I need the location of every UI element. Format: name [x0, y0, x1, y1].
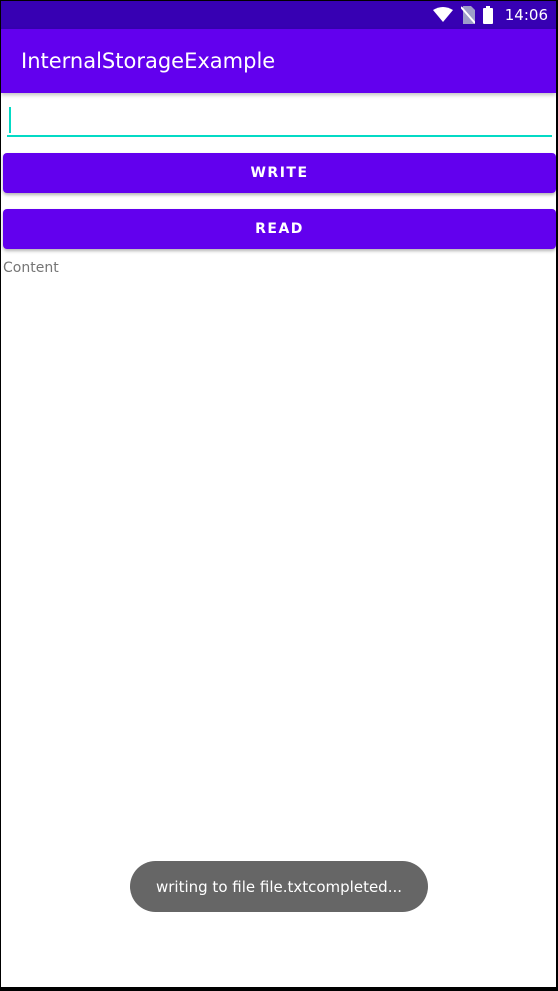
read-button[interactable]: READ: [3, 209, 556, 249]
status-time: 14:06: [504, 6, 548, 24]
battery-icon: [482, 6, 493, 24]
status-icons: 14:06: [432, 1, 548, 29]
text-input-field[interactable]: [7, 101, 552, 137]
write-button[interactable]: WRITE: [3, 153, 556, 193]
app-screen: 14:06 InternalStorageExample WRITE READ …: [1, 1, 556, 987]
wifi-icon: [432, 7, 453, 23]
text-cursor: [9, 107, 11, 133]
toast-text: writing to file file.txtcompleted...: [155, 877, 403, 896]
app-bar: InternalStorageExample: [1, 29, 556, 93]
content-text: Content: [3, 260, 59, 276]
toast-message: writing to file file.txtcompleted...: [130, 861, 428, 912]
status-bar: 14:06: [1, 1, 556, 29]
app-title: InternalStorageExample: [21, 49, 276, 73]
no-sim-icon: [460, 6, 475, 24]
